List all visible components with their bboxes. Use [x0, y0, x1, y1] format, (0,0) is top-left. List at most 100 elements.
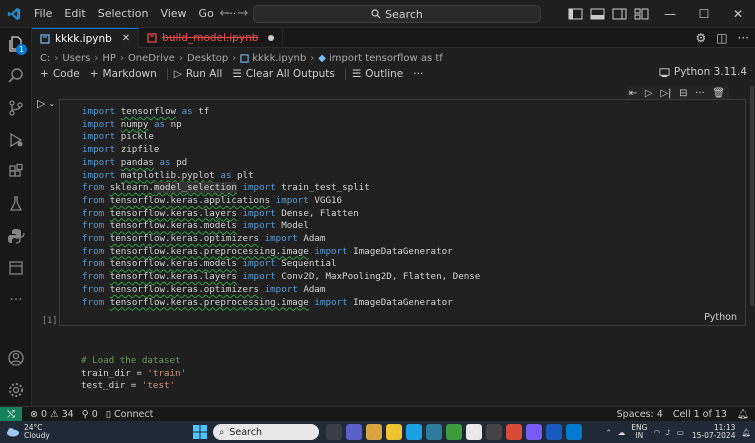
battery-icon[interactable]: ▭	[677, 428, 684, 437]
toggle-panel-icon[interactable]	[589, 7, 607, 21]
app-icon[interactable]	[506, 424, 522, 440]
remote-indicator[interactable]: ⤭	[0, 406, 22, 422]
tab-build-model-ipynb[interactable]: build_model.ipynb	[139, 28, 284, 48]
command-center-search[interactable]: Search	[253, 5, 541, 23]
add-markdown-cell-button[interactable]: + Markdown	[90, 68, 157, 80]
clock[interactable]: 11:13 15-07-2024	[692, 424, 736, 440]
split-editor-icon[interactable]: ◫	[716, 31, 727, 45]
word-icon[interactable]	[546, 424, 562, 440]
toggle-secondary-sidebar-icon[interactable]	[611, 7, 629, 21]
app-icon[interactable]	[366, 424, 382, 440]
teams-icon[interactable]	[346, 424, 362, 440]
cell-more-icon[interactable]: ···	[695, 88, 705, 99]
source-control-button[interactable]	[0, 92, 32, 124]
wifi-icon[interactable]: ◠	[653, 428, 660, 437]
code-editor[interactable]: import tensorflow as tf import numpy as …	[82, 106, 480, 309]
taskbar-search[interactable]: ⌕ Search	[213, 424, 319, 440]
breadcrumb-item[interactable]: Desktop	[187, 53, 228, 64]
store-icon[interactable]	[426, 424, 442, 440]
notification-bell-icon[interactable]: 🔔︎	[741, 428, 751, 437]
add-code-cell-button[interactable]: + Code	[40, 68, 80, 80]
breadcrumb-item[interactable]: HP	[102, 53, 116, 64]
search-view-button[interactable]	[0, 60, 32, 92]
gear-icon[interactable]: ⚙	[695, 31, 706, 45]
breadcrumb-item[interactable]: OneDrive	[128, 53, 175, 64]
editor-scrollbar[interactable]	[749, 82, 755, 402]
outline-label: Outline	[365, 68, 404, 80]
menu-view[interactable]: View	[154, 0, 192, 28]
run-cell-button[interactable]: ▷ ⌄	[37, 97, 55, 110]
python-button[interactable]	[0, 220, 32, 252]
kernel-icon	[659, 67, 670, 77]
menu-file[interactable]: File	[28, 0, 58, 28]
more-views-button[interactable]: ···	[0, 284, 32, 316]
bell-icon[interactable]: 🔔︎	[737, 409, 749, 420]
toggle-primary-sidebar-icon[interactable]	[567, 7, 585, 21]
breadcrumb-item[interactable]: Users	[62, 53, 90, 64]
code-cell-2[interactable]: # Load the dataset train_dir = 'train' t…	[59, 349, 746, 409]
breadcrumb-item[interactable]: C:	[40, 53, 50, 64]
app-icon[interactable]	[486, 424, 502, 440]
manage-button[interactable]	[0, 374, 32, 406]
chevron-down-icon[interactable]: ⌄	[48, 99, 55, 108]
code-editor[interactable]: # Load the dataset train_dir = 'train' t…	[81, 355, 186, 393]
vscode-taskbar-icon[interactable]	[566, 424, 582, 440]
minimize-button[interactable]: —	[653, 0, 687, 28]
edge-icon[interactable]	[406, 424, 422, 440]
maximize-button[interactable]: ☐	[687, 0, 721, 28]
problems-indicator[interactable]: ⊗ 0 ⚠ 34	[30, 409, 74, 420]
execute-below-icon[interactable]: ▷	[645, 88, 653, 99]
app-icon[interactable]	[526, 424, 542, 440]
split-cell-icon[interactable]: ⊟	[679, 88, 687, 99]
run-debug-button[interactable]	[0, 124, 32, 156]
breadcrumb-item[interactable]: import tensorflow as tf	[329, 53, 443, 64]
outline-button[interactable]: ☰ Outline	[352, 68, 403, 80]
code-cell[interactable]: import tensorflow as tf import numpy as …	[59, 99, 746, 326]
weather-widget[interactable]: 24°C Cloudy	[6, 424, 50, 440]
kernel-picker[interactable]: Python 3.11.4	[659, 66, 747, 78]
cell-position-indicator[interactable]: Cell 1 of 13	[673, 409, 727, 420]
run-all-button[interactable]: ▷ Run All	[174, 68, 223, 80]
indentation-indicator[interactable]: Spaces: 4	[617, 409, 663, 420]
menu-selection[interactable]: Selection	[92, 0, 155, 28]
accounts-button[interactable]	[0, 342, 32, 374]
jupyter-button[interactable]	[0, 252, 32, 284]
connect-button[interactable]: ▯ Connect	[106, 409, 154, 420]
app-icon[interactable]	[446, 424, 462, 440]
execute-above-icon[interactable]: ⇤	[629, 88, 637, 99]
vscode-logo-icon[interactable]	[2, 0, 26, 28]
add-markdown-label: Markdown	[102, 68, 157, 80]
run-below-icon[interactable]: ▷|	[660, 88, 671, 99]
ports-indicator[interactable]: ⚲ 0	[82, 409, 98, 420]
onedrive-icon[interactable]: ☁	[618, 428, 626, 437]
chrome-icon[interactable]	[466, 424, 482, 440]
explorer-button[interactable]: 1	[0, 28, 32, 60]
volume-icon[interactable]: ♪	[666, 428, 671, 437]
more-actions-icon[interactable]: ···	[738, 31, 749, 45]
forward-arrow-icon[interactable]: →	[234, 6, 252, 21]
toolbar-divider	[166, 68, 168, 80]
breadcrumb-item[interactable]: kkkk.ipynb	[252, 53, 306, 64]
cell-language-label[interactable]: Python	[704, 312, 737, 323]
windows-start-icon[interactable]	[193, 425, 207, 439]
cloud-icon	[7, 428, 19, 437]
back-arrow-icon[interactable]: ←	[216, 6, 234, 21]
status-bar: ⤭ ⊗ 0 ⚠ 34 ⚲ 0 ▯ Connect Spaces: 4 Cell …	[0, 406, 755, 422]
task-view-icon[interactable]	[326, 424, 342, 440]
clear-outputs-button[interactable]: ☰ Clear All Outputs	[232, 68, 335, 80]
customize-layout-icon[interactable]	[633, 7, 651, 21]
file-explorer-icon[interactable]	[386, 424, 402, 440]
tab-kkkk-ipynb[interactable]: kkkk.ipynb ✕	[32, 28, 140, 48]
code-line: # Load the dataset	[81, 355, 181, 366]
close-tab-icon[interactable]: ✕	[122, 33, 130, 44]
unsaved-dot-icon[interactable]	[268, 35, 275, 41]
delete-cell-icon[interactable]: 🗑	[712, 88, 725, 99]
close-window-button[interactable]: ✕	[721, 0, 755, 28]
extensions-button[interactable]	[0, 156, 32, 188]
chevron-up-icon[interactable]: ⌃	[605, 428, 611, 437]
scrollbar-thumb[interactable]	[750, 86, 754, 306]
language-indicator[interactable]: ENG IN	[631, 424, 647, 440]
testing-button[interactable]	[0, 188, 32, 220]
menu-edit[interactable]: Edit	[58, 0, 91, 28]
toolbar-more-button[interactable]: ···	[413, 68, 423, 80]
